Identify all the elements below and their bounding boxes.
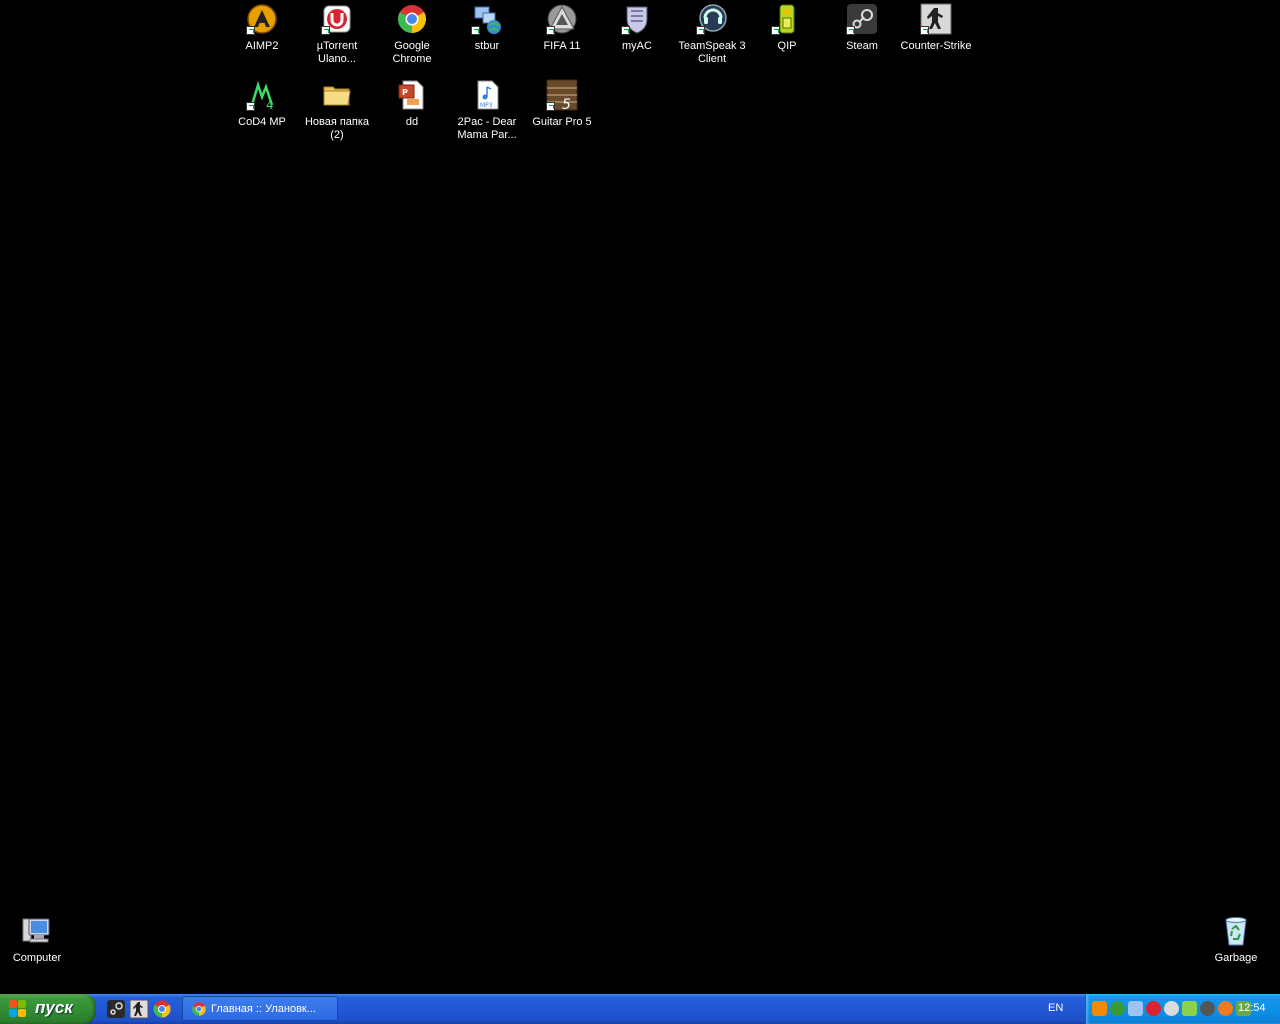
windows-logo-icon [9, 1000, 27, 1018]
mp3-file-icon: MP3 [477, 80, 499, 110]
language-indicator[interactable]: EN [1048, 1002, 1063, 1014]
svg-text:5: 5 [562, 97, 571, 111]
clock[interactable]: 12:54 [1238, 1002, 1266, 1014]
desktop-icon-label: TeamSpeak 3 Client [678, 40, 746, 65]
desktop-icon-label: Counter-Strike [900, 40, 972, 52]
desktop-icon-label: µTorrent Ulano... [316, 40, 358, 65]
desktop-icon-stbur[interactable]: stbur [450, 3, 524, 53]
desktop-icon-label: stbur [474, 40, 500, 52]
desktop-icon-label: Garbage [1214, 952, 1258, 964]
desktop-icon-label: QIP [777, 40, 797, 52]
desktop-icon-label: CoD4 MP [238, 116, 286, 128]
start-label: пуск [35, 998, 73, 1017]
antivirus-tray-icon[interactable] [1110, 1001, 1125, 1016]
shortcut-arrow-icon [846, 26, 855, 35]
chrome-icon [192, 1002, 206, 1016]
taskbar-window-title: Главная :: Улановк... [211, 1003, 316, 1015]
desktop-icon-label: dd [405, 116, 419, 128]
shortcut-arrow-icon [246, 26, 255, 35]
desktop-icon-teamspeak3[interactable]: TeamSpeak 3 Client [675, 3, 749, 66]
desktop-icon-label: 2Pac - Dear Mama Par... [457, 116, 517, 141]
desktop[interactable]: AIMP2 µTorrent Ulano... Google Chrome st… [0, 0, 1280, 994]
shortcut-arrow-icon [546, 102, 555, 111]
desktop-icon-dd[interactable]: P dd [375, 79, 449, 129]
desktop-icon-label: FIFA 11 [543, 40, 581, 52]
desktop-icon-label: Steam [846, 40, 878, 52]
desktop-icon-myac[interactable]: myAC [600, 3, 674, 53]
svg-text:P: P [402, 88, 408, 97]
qip-tray-icon[interactable] [1218, 1001, 1233, 1016]
desktop-icon-label: Guitar Pro 5 [532, 116, 592, 128]
desktop-icon-label: Google Chrome [392, 40, 432, 65]
shortcut-arrow-icon [920, 26, 929, 35]
desktop-icon-counter-strike[interactable]: Counter-Strike [899, 3, 973, 53]
shortcut-arrow-icon [321, 26, 330, 35]
shortcut-arrow-icon [621, 26, 630, 35]
network-tray-icon[interactable] [1128, 1001, 1143, 1016]
teamspeak-tray-icon[interactable] [1164, 1001, 1179, 1016]
desktop-icon-cod4mp[interactable]: 4 CoD4 MP [225, 79, 299, 129]
desktop-icon-aimp2[interactable]: AIMP2 [225, 3, 299, 53]
desktop-icon-qip[interactable]: QIP [750, 3, 824, 53]
shield-check-tray-icon[interactable] [1182, 1001, 1197, 1016]
steam-tray-icon[interactable] [1200, 1001, 1215, 1016]
computer-icon [22, 918, 50, 943]
desktop-icon-garbage[interactable]: Garbage [1199, 915, 1273, 965]
desktop-icon-label: Новая папка (2) [304, 116, 370, 141]
folder-icon [323, 86, 351, 106]
svg-text:4: 4 [266, 98, 274, 111]
powerpoint-file-icon: P [398, 80, 424, 110]
desktop-icon-label: myAC [622, 40, 652, 52]
taskbar-window-button[interactable]: Главная :: Улановк... [182, 996, 338, 1021]
shortcut-arrow-icon [771, 26, 780, 35]
desktop-icon-guitar-pro-5[interactable]: 5 Guitar Pro 5 [525, 79, 599, 129]
desktop-icon-utorrent[interactable]: µTorrent Ulano... [300, 3, 374, 66]
desktop-icon-chrome[interactable]: Google Chrome [375, 3, 449, 66]
desktop-icon-2pac-mp3[interactable]: MP3 2Pac - Dear Mama Par... [450, 79, 524, 142]
utorrent-tray-icon[interactable] [1146, 1001, 1161, 1016]
start-button[interactable]: пуск [0, 994, 96, 1024]
shortcut-arrow-icon [546, 26, 555, 35]
quicklaunch-counter-strike-icon[interactable] [129, 999, 149, 1019]
desktop-icon-fifa11[interactable]: FIFA 11 [525, 3, 599, 53]
recycle-bin-icon [1225, 917, 1247, 946]
shortcut-arrow-icon [696, 26, 705, 35]
taskbar: пуск Главная :: Улановк... EN 12:54 [0, 994, 1280, 1024]
quicklaunch-chrome-icon[interactable] [152, 999, 172, 1019]
desktop-icon-label: Computer [12, 952, 62, 964]
shortcut-arrow-icon [471, 26, 480, 35]
desktop-icon-steam[interactable]: Steam [825, 3, 899, 53]
svg-text:MP3: MP3 [480, 102, 493, 109]
aimp-tray-icon[interactable] [1092, 1001, 1107, 1016]
quicklaunch-steam-icon[interactable] [106, 999, 126, 1019]
desktop-icon-computer[interactable]: Computer [0, 915, 74, 965]
shortcut-arrow-icon [246, 102, 255, 111]
desktop-icon-label: AIMP2 [245, 40, 279, 52]
desktop-icon-new-folder[interactable]: Новая папка (2) [300, 79, 374, 142]
chrome-icon [398, 5, 426, 33]
